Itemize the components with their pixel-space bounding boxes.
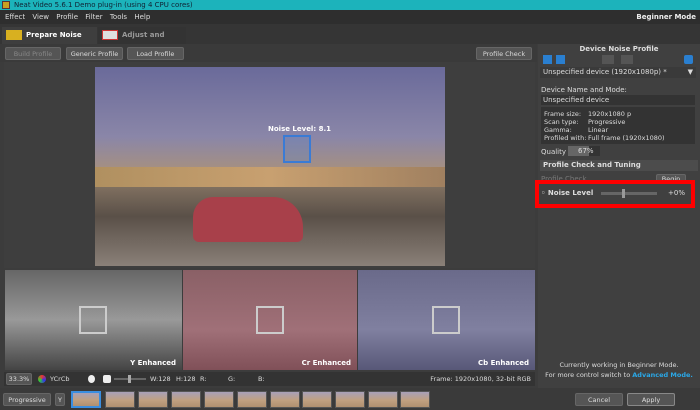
- profile-icon: [6, 30, 22, 40]
- chevron-down-icon: ▼: [687, 68, 693, 76]
- selection-box[interactable]: [283, 135, 311, 163]
- quality-label: Quality: [541, 148, 567, 156]
- frame-thumbnail[interactable]: [105, 391, 135, 408]
- g-readout: G:: [228, 375, 236, 383]
- frame-thumbnail[interactable]: [204, 391, 234, 408]
- title-bar: Neat Video 5.6.1 Demo plug-in (using 4 C…: [0, 0, 700, 10]
- frame-thumbnail[interactable]: [171, 391, 201, 408]
- mode-indicator[interactable]: Beginner Mode: [636, 10, 696, 24]
- frame-thumbnail[interactable]: [368, 391, 398, 408]
- preview-image[interactable]: Noise Level: 8.1: [95, 67, 445, 266]
- frame-thumbnail[interactable]: [71, 391, 101, 408]
- menu-bar: Effect View Profile Filter Tools Help Be…: [0, 10, 700, 24]
- save-icon[interactable]: [556, 55, 565, 64]
- noise-level-label: ◦ Noise Level: [541, 189, 594, 197]
- noise-level-slider[interactable]: [601, 189, 657, 198]
- load-profile-button[interactable]: Load Profile: [127, 47, 184, 60]
- device-info: Frame size: 1920x1080 p Scan type: Progres…: [541, 107, 695, 144]
- panel-label: Y Enhanced: [130, 359, 176, 367]
- status-bar: 33.3% YCrCb W:128 H:128 R: G: B: Frame: …: [4, 372, 535, 386]
- frame-thumbnail[interactable]: [237, 391, 267, 408]
- slider-handle[interactable]: [622, 189, 625, 198]
- device-select[interactable]: Unspecified device (1920x1080p) * ▼: [540, 67, 696, 78]
- frame-thumbnail[interactable]: [335, 391, 365, 408]
- b-readout: B:: [258, 375, 265, 383]
- building-silhouette: [95, 167, 445, 187]
- device-name-field[interactable]: Unspecified device: [541, 95, 695, 105]
- profile-check-button[interactable]: Profile Check: [476, 47, 532, 60]
- scan-type-select[interactable]: Progressive: [3, 393, 51, 406]
- panel-title: Device Noise Profile: [579, 45, 659, 53]
- info-row: Profiled with: Full frame (1920x1080): [544, 134, 665, 142]
- frame-info: Frame: 1920x1080, 32-bit RGB: [430, 375, 531, 383]
- brightness-slider[interactable]: [114, 375, 146, 383]
- frame-thumbnail[interactable]: [400, 391, 430, 408]
- frame-thumbnail[interactable]: [270, 391, 300, 408]
- window-title: Neat Video 5.6.1 Demo plug-in (using 4 C…: [14, 1, 193, 9]
- apply-button[interactable]: Apply: [627, 393, 675, 406]
- advanced-mode-link[interactable]: Advanced Mode.: [632, 371, 693, 379]
- width-readout: W:128: [150, 375, 171, 383]
- panel-label: Cr Enhanced: [301, 359, 351, 367]
- menu-help[interactable]: Help: [134, 13, 150, 21]
- app-icon: [2, 1, 10, 9]
- frame-thumbnail[interactable]: [138, 391, 168, 408]
- tab-bar: Prepare Noise Profile Adjust and Preview: [0, 24, 700, 56]
- right-panel: Device Noise Profile Unspecified device …: [538, 44, 700, 388]
- menu-effect[interactable]: Effect: [5, 13, 25, 21]
- panel-label: Cb Enhanced: [478, 359, 529, 367]
- mode-switch-text: For more control switch to Advanced Mode…: [545, 371, 693, 379]
- device-name-label: Device Name and Mode:: [541, 86, 627, 94]
- menu-tools[interactable]: Tools: [110, 13, 127, 21]
- red-car: [193, 197, 303, 242]
- brightness-icon[interactable]: [103, 375, 111, 383]
- zoom-select[interactable]: 33.3%: [6, 373, 32, 385]
- cr-enhanced-panel: Cr Enhanced: [183, 270, 357, 370]
- open-icon[interactable]: [543, 55, 552, 64]
- channel-select[interactable]: YCrCb: [50, 372, 70, 386]
- color-wheel-icon: [38, 375, 46, 383]
- sliders-icon: [102, 30, 118, 40]
- noise-level-value: +0%: [668, 189, 685, 197]
- menu-filter[interactable]: Filter: [85, 13, 102, 21]
- toolbar: Build Profile Generic Profile Load Profi…: [0, 44, 537, 62]
- info-row: Scan type: Progressive: [544, 118, 626, 126]
- menu-view[interactable]: View: [32, 13, 49, 21]
- selection-box: [432, 306, 460, 334]
- tab-adjust-and-preview[interactable]: Adjust and Preview: [98, 27, 186, 56]
- info-row: Gamma: Linear: [544, 126, 609, 134]
- selection-box: [79, 306, 107, 334]
- menu-profile[interactable]: Profile: [56, 13, 78, 21]
- quality-bar: 67%: [568, 146, 600, 156]
- noise-level-label: Noise Level: 8.1: [268, 125, 331, 133]
- info-row: Frame size: 1920x1080 p: [544, 110, 632, 118]
- hand-icon[interactable]: [88, 375, 95, 383]
- device-select-value: Unspecified device (1920x1080p) *: [543, 68, 667, 76]
- r-readout: R:: [200, 375, 207, 383]
- section-title: Profile Check and Tuning: [540, 160, 698, 171]
- filter-icon[interactable]: Y: [55, 393, 65, 406]
- build-profile-button[interactable]: Build Profile: [5, 47, 61, 60]
- selection-box: [256, 306, 284, 334]
- height-readout: H:128: [176, 375, 196, 383]
- frame-thumbnail[interactable]: [302, 391, 332, 408]
- info-icon[interactable]: [684, 55, 693, 64]
- y-enhanced-panel: Y Enhanced: [5, 270, 182, 370]
- generic-profile-button[interactable]: Generic Profile: [66, 47, 123, 60]
- cancel-button[interactable]: Cancel: [575, 393, 623, 406]
- cb-enhanced-panel: Cb Enhanced: [358, 270, 535, 370]
- undo-icon[interactable]: [602, 55, 614, 64]
- tab-prepare-noise-profile[interactable]: Prepare Noise Profile: [2, 27, 97, 56]
- mode-status-text: Currently working in Beginner Mode.: [559, 361, 679, 369]
- redo-icon[interactable]: [621, 55, 633, 64]
- quality-value: 67%: [578, 147, 594, 155]
